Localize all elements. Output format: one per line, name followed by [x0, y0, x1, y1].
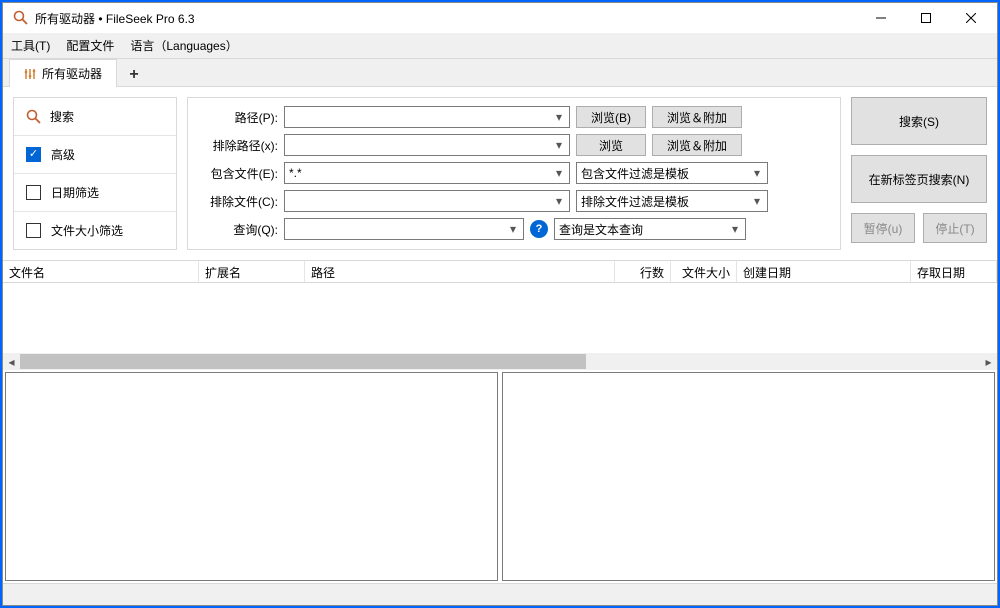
row-query: 查询(Q): ▾ ? 查询是文本查询 ▾ [198, 218, 830, 240]
menu-languages[interactable]: 语言（Languages） [130, 37, 237, 54]
preview-left[interactable] [5, 372, 498, 581]
exclude-path-label: 排除路径(x): [198, 137, 278, 154]
scroll-track[interactable] [20, 353, 980, 370]
app-icon [13, 10, 29, 26]
window-title: 所有驱动器 • FileSeek Pro 6.3 [35, 10, 858, 27]
category-advanced[interactable]: 高级 [14, 136, 176, 174]
chevron-down-icon: ▾ [727, 219, 743, 239]
minimize-button[interactable] [858, 4, 903, 32]
row-exclude-files: 排除文件(C): ▾ 排除文件过滤是模板 ▾ [198, 190, 830, 212]
tabstrip: 所有驱动器 + [3, 59, 997, 87]
pause-button[interactable]: 暂停(u) [851, 213, 915, 243]
include-files-value: *.* [289, 166, 302, 180]
chevron-down-icon: ▾ [749, 163, 765, 183]
chevron-down-icon: ▾ [551, 191, 567, 211]
statusbar [3, 583, 997, 605]
search-form: 路径(P): ▾ 浏览(B) 浏览＆附加 排除路径(x): ▾ 浏览 浏览＆附加… [187, 97, 841, 250]
chevron-down-icon: ▾ [749, 191, 765, 211]
include-filter-value: 包含文件过滤是模板 [581, 165, 689, 182]
search-icon [26, 109, 42, 125]
chevron-down-icon: ▾ [551, 107, 567, 127]
chevron-down-icon: ▾ [551, 135, 567, 155]
query-type-combo[interactable]: 查询是文本查询 ▾ [554, 218, 746, 240]
checkbox-size-filter[interactable] [26, 223, 41, 238]
results-header: 文件名 扩展名 路径 行数 文件大小 创建日期 存取日期 [3, 261, 997, 283]
scroll-left-icon[interactable]: ◂ [3, 353, 20, 370]
menu-profiles[interactable]: 配置文件 [66, 37, 114, 54]
chevron-down-icon: ▾ [505, 219, 521, 239]
row-exclude-path: 排除路径(x): ▾ 浏览 浏览＆附加 [198, 134, 830, 156]
sliders-icon [24, 68, 36, 80]
col-path[interactable]: 路径 [305, 261, 615, 282]
query-label: 查询(Q): [198, 221, 278, 238]
titlebar: 所有驱动器 • FileSeek Pro 6.3 [3, 3, 997, 33]
col-filename[interactable]: 文件名 [3, 261, 199, 282]
col-ext[interactable]: 扩展名 [199, 261, 305, 282]
preview-right[interactable] [502, 372, 995, 581]
preview-panes [3, 370, 997, 583]
category-date-filter[interactable]: 日期筛选 [14, 174, 176, 212]
browse-path-button[interactable]: 浏览(B) [576, 106, 646, 128]
browse-append-exclude-button[interactable]: 浏览＆附加 [652, 134, 742, 156]
include-filter-combo[interactable]: 包含文件过滤是模板 ▾ [576, 162, 768, 184]
include-files-label: 包含文件(E): [198, 165, 278, 182]
exclude-filter-value: 排除文件过滤是模板 [581, 193, 689, 210]
query-help-icon[interactable]: ? [530, 220, 548, 238]
tab-add-button[interactable]: + [117, 64, 151, 86]
exclude-files-label: 排除文件(C): [198, 193, 278, 210]
include-files-combo[interactable]: *.* ▾ [284, 162, 570, 184]
row-include-files: 包含文件(E): *.* ▾ 包含文件过滤是模板 ▾ [198, 162, 830, 184]
menubar: 工具(T) 配置文件 语言（Languages） [3, 33, 997, 59]
category-search-label: 搜索 [50, 108, 74, 125]
col-lines[interactable]: 行数 [615, 261, 671, 282]
app-window: 所有驱动器 • FileSeek Pro 6.3 工具(T) 配置文件 语言（L… [2, 2, 998, 606]
row-path: 路径(P): ▾ 浏览(B) 浏览＆附加 [198, 106, 830, 128]
checkbox-advanced[interactable] [26, 147, 41, 162]
browse-exclude-button[interactable]: 浏览 [576, 134, 646, 156]
scroll-right-icon[interactable]: ▸ [980, 353, 997, 370]
path-label: 路径(P): [198, 109, 278, 126]
search-button[interactable]: 搜索(S) [851, 97, 987, 145]
category-search[interactable]: 搜索 [14, 98, 176, 136]
category-panel: 搜索 高级 日期筛选 文件大小筛选 [13, 97, 177, 250]
category-date-filter-label: 日期筛选 [51, 184, 99, 201]
horizontal-scrollbar[interactable]: ◂ ▸ [3, 353, 997, 370]
browse-append-path-button[interactable]: 浏览＆附加 [652, 106, 742, 128]
action-buttons: 搜索(S) 在新标签页搜索(N) 暂停(u) 停止(T) [851, 97, 987, 250]
checkbox-date-filter[interactable] [26, 185, 41, 200]
results-list[interactable] [3, 283, 997, 353]
tab-all-drives[interactable]: 所有驱动器 [9, 59, 117, 87]
col-created[interactable]: 创建日期 [737, 261, 911, 282]
tab-label: 所有驱动器 [42, 65, 102, 82]
category-size-filter[interactable]: 文件大小筛选 [14, 212, 176, 249]
col-accessed[interactable]: 存取日期 [911, 261, 997, 282]
category-size-filter-label: 文件大小筛选 [51, 222, 123, 239]
window-controls [858, 4, 993, 32]
category-advanced-label: 高级 [51, 146, 75, 163]
search-new-tab-button[interactable]: 在新标签页搜索(N) [851, 155, 987, 203]
query-combo[interactable]: ▾ [284, 218, 524, 240]
maximize-button[interactable] [903, 4, 948, 32]
path-combo[interactable]: ▾ [284, 106, 570, 128]
stop-button[interactable]: 停止(T) [923, 213, 987, 243]
query-type-value: 查询是文本查询 [559, 221, 643, 238]
close-button[interactable] [948, 4, 993, 32]
exclude-path-combo[interactable]: ▾ [284, 134, 570, 156]
chevron-down-icon: ▾ [551, 163, 567, 183]
exclude-files-combo[interactable]: ▾ [284, 190, 570, 212]
scroll-thumb[interactable] [20, 354, 586, 369]
search-config-area: 搜索 高级 日期筛选 文件大小筛选 路径(P): ▾ 浏览(B) 浏览＆附加 [3, 87, 997, 261]
exclude-filter-combo[interactable]: 排除文件过滤是模板 ▾ [576, 190, 768, 212]
menu-tools[interactable]: 工具(T) [11, 37, 50, 54]
col-size[interactable]: 文件大小 [671, 261, 737, 282]
